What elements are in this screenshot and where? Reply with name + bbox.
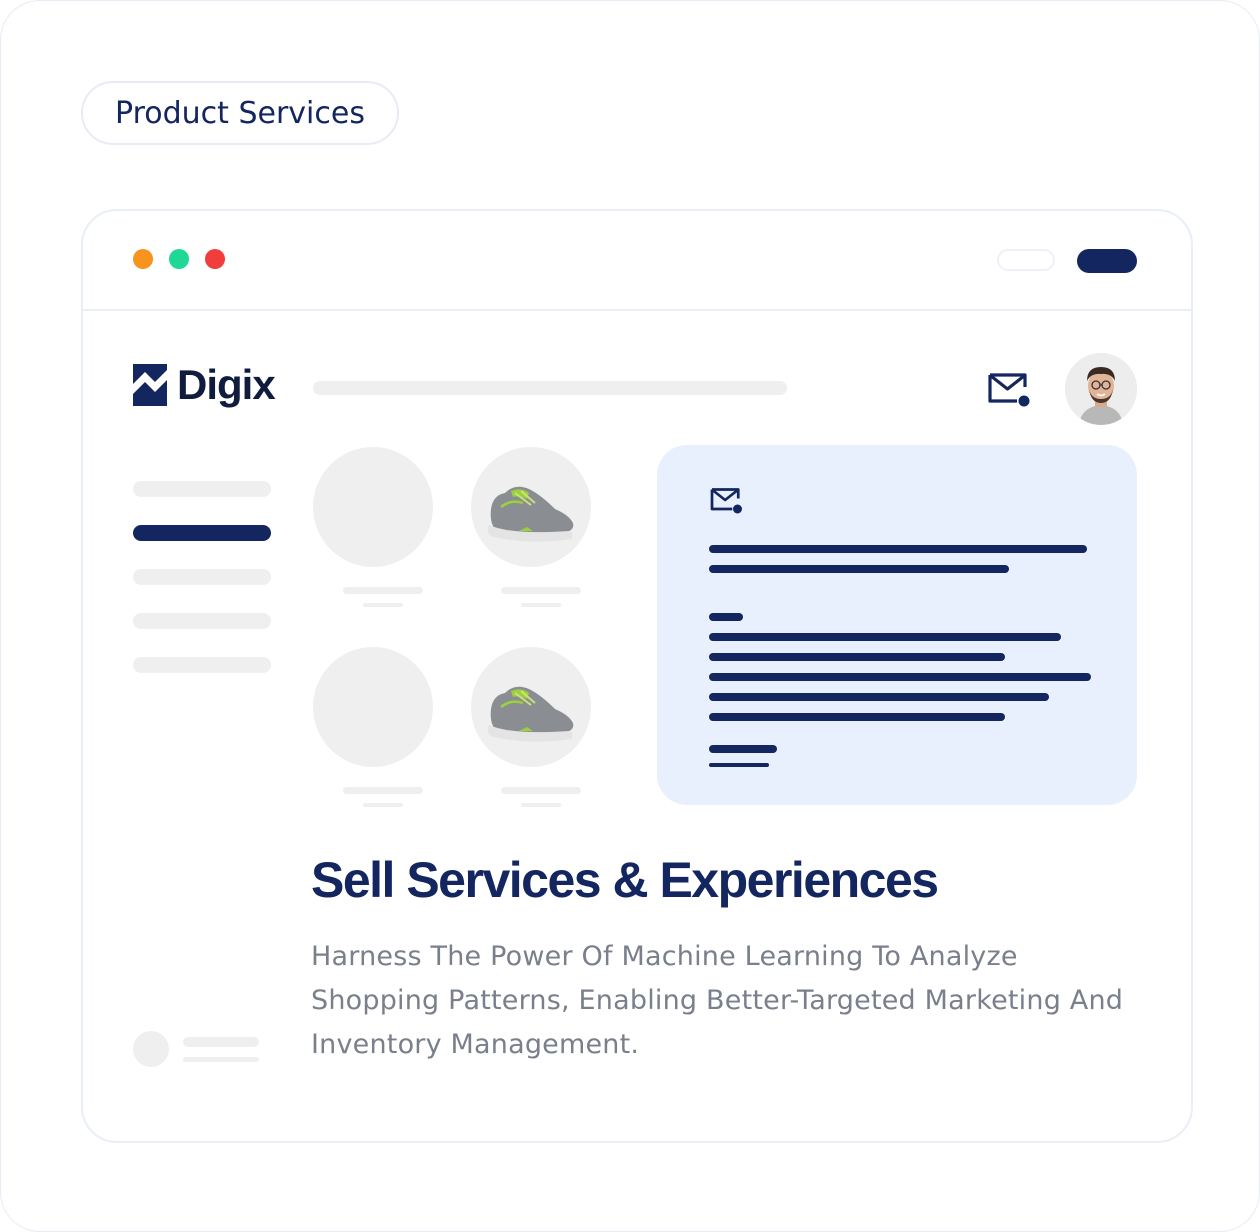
brand-logo[interactable]: Digix xyxy=(133,361,276,409)
hero-description: Harness The Power Of Machine Learning To… xyxy=(311,941,1124,1060)
footer-name-placeholder xyxy=(183,1037,259,1047)
feature-card: Product Services Digix Sell Services & E… xyxy=(0,0,1260,1232)
window-titlebar xyxy=(83,211,1191,311)
product-image-sneaker[interactable] xyxy=(471,447,591,567)
window-primary-button[interactable] xyxy=(1077,249,1137,273)
message-line xyxy=(709,613,743,621)
message-line xyxy=(709,713,1005,721)
mail-icon xyxy=(710,488,742,514)
brand-name: Digix xyxy=(177,361,276,408)
browser-window-mockup: Digix Sell Services & Experiences Harnes… xyxy=(81,209,1193,1143)
sidebar-item-5[interactable] xyxy=(133,657,271,673)
message-line xyxy=(709,673,1091,681)
product-title-placeholder xyxy=(343,587,423,594)
message-preview-panel[interactable] xyxy=(657,445,1137,805)
message-signature-line xyxy=(709,763,769,767)
message-line xyxy=(709,545,1087,553)
product-price-placeholder xyxy=(521,603,561,607)
sidebar-item-active[interactable] xyxy=(133,525,271,541)
sidebar-item-1[interactable] xyxy=(133,481,271,497)
minimize-dot[interactable] xyxy=(133,249,153,269)
product-title-placeholder xyxy=(501,587,581,594)
category-tag-label: Product Services xyxy=(115,95,365,131)
close-dot[interactable] xyxy=(205,249,225,269)
footer-avatar-placeholder[interactable] xyxy=(133,1031,169,1067)
sidebar-item-4[interactable] xyxy=(133,613,271,629)
product-price-placeholder xyxy=(363,603,403,607)
message-line xyxy=(709,653,1005,661)
product-price-placeholder xyxy=(363,803,403,807)
product-price-placeholder xyxy=(521,803,561,807)
avatar-portrait-icon xyxy=(1065,353,1137,425)
user-avatar[interactable] xyxy=(1065,353,1137,425)
product-image-sneaker[interactable] xyxy=(471,647,591,767)
footer-meta-placeholder xyxy=(183,1057,259,1062)
sidebar-item-3[interactable] xyxy=(133,569,271,585)
window-secondary-button[interactable] xyxy=(997,249,1055,271)
product-image-placeholder[interactable] xyxy=(313,647,433,767)
message-line xyxy=(709,633,1061,641)
product-title-placeholder xyxy=(343,787,423,794)
message-line xyxy=(709,693,1049,701)
message-line xyxy=(709,565,1009,573)
search-bar-placeholder[interactable] xyxy=(313,381,787,395)
maximize-dot[interactable] xyxy=(169,249,189,269)
mail-notification-icon[interactable] xyxy=(987,369,1033,409)
hero-title: Sell Services & Experiences xyxy=(311,852,939,908)
sneaker-icon xyxy=(487,486,574,542)
category-tag[interactable]: Product Services xyxy=(81,81,399,145)
digix-logo-icon xyxy=(133,364,167,406)
product-title-placeholder xyxy=(501,787,581,794)
product-image-placeholder[interactable] xyxy=(313,447,433,567)
message-signature-line xyxy=(709,745,777,753)
sneaker-icon xyxy=(487,686,574,742)
